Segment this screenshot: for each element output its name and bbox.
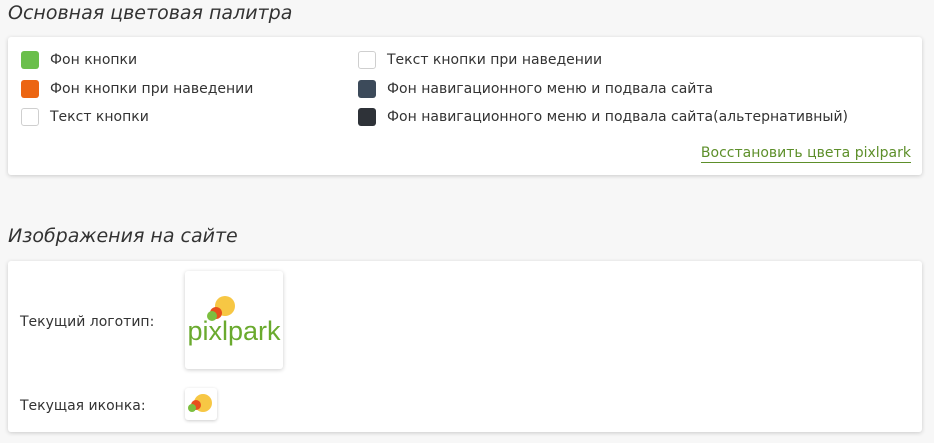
color-swatch[interactable] (21, 51, 39, 69)
svg-text:pixlpark: pixlpark (187, 316, 281, 346)
color-swatch[interactable] (21, 108, 39, 126)
color-swatch[interactable] (358, 80, 376, 98)
palette-item-button-bg[interactable]: Фон кнопки (21, 50, 137, 70)
palette-section-title: Основная цветовая палитра (8, 2, 293, 24)
palette-item-label: Текст кнопки при наведении (387, 52, 603, 68)
logo-label: Текущий логотип: (20, 314, 155, 330)
palette-item-button-hover-bg[interactable]: Фон кнопки при наведении (21, 79, 253, 99)
color-swatch[interactable] (358, 108, 376, 126)
palette-item-button-text[interactable]: Текст кнопки (21, 107, 149, 127)
palette-item-label: Текст кнопки (50, 109, 149, 125)
images-card: Текущий логотип: pixlpark Текущая иконка… (8, 261, 922, 432)
color-swatch[interactable] (21, 80, 39, 98)
logo-preview[interactable]: pixlpark (185, 271, 283, 369)
palette-card: Фон кнопки Фон кнопки при наведении Текс… (8, 37, 922, 175)
icon-label: Текущая иконка: (20, 398, 146, 414)
pixlpark-logo-image: pixlpark (187, 296, 281, 346)
palette-item-button-hover-text[interactable]: Текст кнопки при наведении (358, 50, 602, 70)
palette-item-label: Фон кнопки при наведении (50, 81, 254, 97)
pixlpark-favicon-icon (188, 394, 212, 412)
palette-item-label: Фон навигационного меню и подвала сайта (387, 81, 714, 97)
favicon-preview[interactable] (185, 388, 217, 420)
images-section-title: Изображения на сайте (8, 225, 238, 247)
restore-colors-link[interactable]: Восстановить цвета pixlpark (700, 144, 911, 163)
palette-item-label: Фон кнопки (50, 52, 138, 68)
palette-item-nav-footer-bg[interactable]: Фон навигационного меню и подвала сайта (358, 79, 713, 99)
palette-item-label: Фон навигационного меню и подвала сайта(… (387, 109, 849, 125)
color-swatch[interactable] (358, 51, 376, 69)
palette-item-nav-footer-bg-alt[interactable]: Фон навигационного меню и подвала сайта(… (358, 107, 848, 127)
